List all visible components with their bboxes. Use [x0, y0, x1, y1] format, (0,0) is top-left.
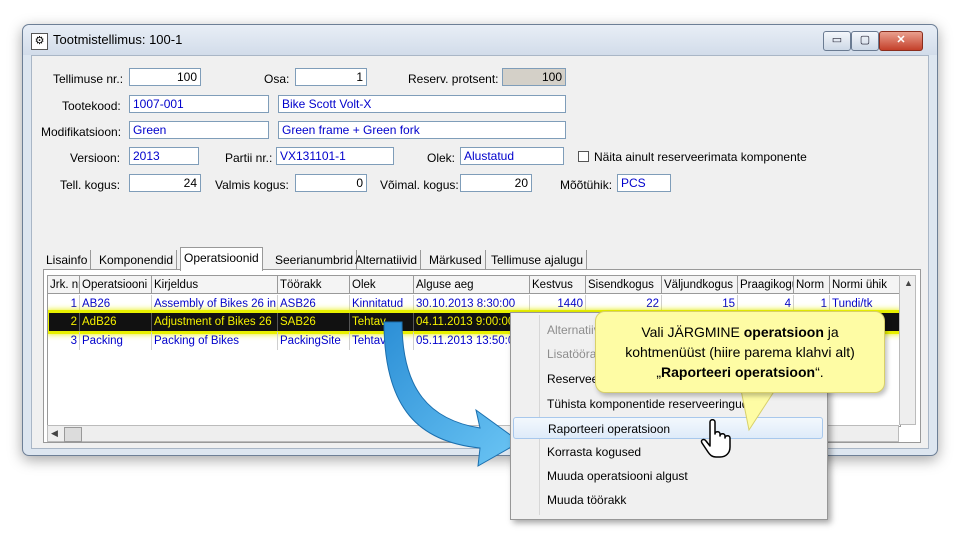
close-button[interactable]: ✕ [879, 31, 923, 51]
version-field[interactable]: 2013 [129, 147, 199, 165]
tab-seerianumbrid[interactable]: Seerianumbrid [272, 250, 358, 270]
window-title: Tootmistellimus: 100-1 [53, 32, 183, 47]
instruction-callout: Vali JÄRGMINE operatsioon ja kohtmenüüst… [595, 311, 885, 393]
column-header-normi-uhik[interactable]: Normi ühik [830, 276, 900, 294]
guide-arrow-icon [383, 321, 521, 467]
app-gear-icon: ⚙ [31, 33, 48, 50]
reserve-percent-field: 100 [502, 68, 566, 86]
unit-label: Mõõtühik: [560, 178, 613, 192]
unreserved-only-label: Näita ainult reserveerimata komponente [594, 150, 807, 164]
tab-komponendid[interactable]: Komponendid [96, 250, 178, 270]
column-header-praagikogus[interactable]: Praagikogus [738, 276, 794, 294]
cell-jrk: 3 [48, 332, 80, 350]
callout-line-1: Vali JÄRGMINE operatsioon ja [641, 324, 839, 340]
part-label: Osa: [264, 72, 290, 86]
scroll-left-icon[interactable]: ◀ [51, 428, 58, 439]
cell-kirjeldus: Packing of Bikes [152, 332, 278, 350]
reserve-percent-label: Reserv. protsent: [408, 72, 499, 86]
cell-toorakk: PackingSite [278, 332, 350, 350]
part-field[interactable]: 1 [295, 68, 367, 86]
ordered-qty-field[interactable]: 24 [129, 174, 201, 192]
menu-item-muuda-toorakk[interactable]: Muuda töörakk [513, 489, 823, 511]
column-header-operatsioon[interactable]: Operatsiooni [80, 276, 152, 294]
product-code-field[interactable]: 1007-001 [129, 95, 269, 113]
column-header-toorakk[interactable]: Töörakk [278, 276, 350, 294]
minimize-button[interactable]: ▭ [823, 31, 851, 51]
column-header-olek[interactable]: Olek [350, 276, 414, 294]
ordered-qty-label: Tell. kogus: [60, 178, 121, 192]
tab-operatsioonid[interactable]: Operatsioonid [180, 247, 263, 271]
possible-qty-field[interactable]: 20 [460, 174, 532, 192]
unit-field[interactable]: PCS [617, 174, 671, 192]
tab-tellimuse-ajalugu[interactable]: Tellimuse ajalugu [488, 250, 588, 270]
title-bar[interactable]: ⚙ Tootmistellimus: 100-1 ▭ ▢ ✕ [23, 25, 937, 55]
vertical-scrollbar[interactable]: ▲ [899, 275, 916, 425]
tab-markused[interactable]: Märkused [426, 250, 486, 270]
finished-qty-label: Valmis kogus: [215, 178, 289, 192]
modification-label: Modifikatsioon: [41, 125, 122, 139]
finished-qty-field[interactable]: 0 [295, 174, 367, 192]
hand-cursor-icon [700, 419, 731, 458]
column-header-sisendkogus[interactable]: Sisendkogus [586, 276, 662, 294]
batch-number-field[interactable]: VX131101-1 [276, 147, 394, 165]
version-label: Versioon: [70, 151, 121, 165]
callout-line-3: „Raporteeri operatsioon“. [656, 364, 824, 380]
product-name-field[interactable]: Bike Scott Volt-X [278, 95, 566, 113]
modification-description-field[interactable]: Green frame + Green fork [278, 121, 566, 139]
product-code-label: Tootekood: [62, 99, 121, 113]
column-header-alguse-aeg[interactable]: Alguse aeg [414, 276, 530, 294]
scroll-thumb[interactable] [64, 427, 82, 442]
modification-field[interactable]: Green [129, 121, 269, 139]
tab-lisainfo[interactable]: Lisainfo [43, 250, 92, 270]
column-header-norm[interactable]: Norm [794, 276, 830, 294]
callout-line-2: kohtmenüüst (hiire parema klahvi alt) [625, 344, 855, 360]
maximize-button[interactable]: ▢ [851, 31, 879, 51]
batch-number-label: Partii nr.: [225, 151, 273, 165]
column-header-valjundkogus[interactable]: Väljundkogus [662, 276, 738, 294]
column-header-jrk[interactable]: Jrk. nr [48, 276, 80, 294]
order-number-label: Tellimuse nr.: [53, 72, 124, 86]
scroll-up-icon[interactable]: ▲ [904, 278, 913, 288]
possible-qty-label: Võimal. kogus: [380, 178, 459, 192]
order-number-field[interactable]: 100 [129, 68, 201, 86]
column-header-kirjeldus[interactable]: Kirjeldus [152, 276, 278, 294]
tab-alternatiivid[interactable]: Alternatiivid [352, 250, 422, 270]
status-label: Olek: [427, 151, 456, 165]
column-header-kestvus[interactable]: Kestvus [530, 276, 586, 294]
unreserved-only-checkbox[interactable] [578, 151, 589, 162]
status-field[interactable]: Alustatud [460, 147, 564, 165]
cell-operatsioon: Packing [80, 332, 152, 350]
menu-item-muuda-algust[interactable]: Muuda operatsiooni algust [513, 465, 823, 487]
callout-tail-icon [740, 388, 776, 432]
menu-item-korrasta-kogused[interactable]: Korrasta kogused [513, 441, 823, 463]
